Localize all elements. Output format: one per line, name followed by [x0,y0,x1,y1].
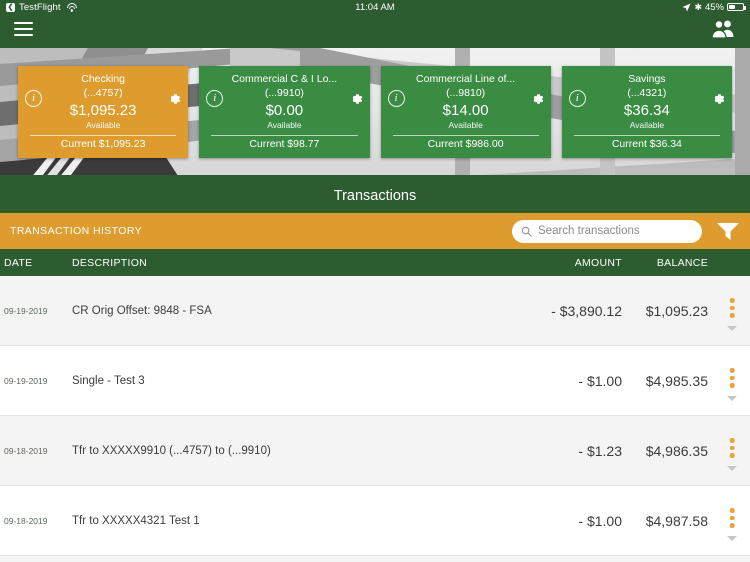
transaction-description: CR Orig Offset: 9848 - FSA [72,304,212,317]
account-card[interactable]: i Commercial Line of... (...9810) $14.00… [380,65,551,158]
expand-row-chevron-icon[interactable] [727,536,737,541]
account-current-balance: Current $986.00 [427,137,504,150]
row-actions-menu[interactable] [714,486,750,555]
account-available-label: Available [85,119,121,130]
transactions-table-header: DATE DESCRIPTION AMOUNT BALANCE [0,249,750,276]
people-icon[interactable] [708,18,736,40]
account-card[interactable]: i Commercial C & I Lo... (...9910) $0.00… [199,65,370,158]
expand-row-chevron-icon[interactable] [727,396,737,401]
transaction-description: Single - Test 3 [72,374,145,387]
account-available-amount: $14.00 [442,101,489,119]
row-actions-menu[interactable] [714,276,750,345]
account-mask: (...4757) [83,86,123,99]
transaction-date: 09-19-2019 [4,305,48,316]
accounts-hero: i Checking (...4757) $1,095.23 Available… [0,44,750,179]
account-available-label: Available [267,119,302,130]
account-mask: (...9810) [446,86,486,99]
gear-icon[interactable] [348,91,364,107]
transaction-description: Tfr to XXXXX4321 Test 1 [72,514,200,527]
account-available-amount: $0.00 [265,101,304,119]
account-name: Commercial Line of... [416,72,516,85]
table-row[interactable]: 09-19-2019 Single - Test 3 - $1.00 $4,98… [0,346,750,416]
filter-funnel-icon[interactable] [716,221,740,241]
column-header-date[interactable]: DATE [0,257,72,269]
account-name: Commercial C & I Lo... [231,72,338,85]
search-field[interactable] [512,219,702,243]
table-row[interactable]: 09-18-2019 Tfr to XXXXX9910 (...4757) to… [0,416,750,486]
transaction-balance: $4,985.35 [645,372,708,389]
info-icon[interactable]: i [25,89,42,107]
transaction-history-bar: TRANSACTION HISTORY [0,213,750,249]
expand-row-chevron-icon[interactable] [727,326,737,331]
account-available-amount: $36.34 [623,101,670,119]
search-input[interactable] [538,225,693,237]
more-options-icon[interactable] [729,508,735,528]
transaction-balance: $4,986.35 [645,442,708,459]
account-current-balance: Current $36.34 [611,137,682,150]
column-header-description[interactable]: DESCRIPTION [72,257,512,269]
status-bar-time: 11:04 AM [355,1,395,13]
account-cards-row: i Checking (...4757) $1,095.23 Available… [0,44,750,179]
more-options-icon[interactable] [729,298,735,318]
transaction-balance: $4,987.58 [645,512,708,529]
account-current-balance: Current $98.77 [249,137,320,150]
transaction-amount: - $1.23 [578,442,622,459]
battery-icon [727,3,746,11]
account-card[interactable]: i Checking (...4757) $1,095.23 Available… [18,65,189,158]
account-name: Checking [81,72,126,85]
transaction-date: 09-18-2019 [4,445,48,456]
column-header-balance[interactable]: BALANCE [622,257,714,269]
info-icon[interactable]: i [568,89,586,107]
info-icon[interactable]: i [206,89,224,107]
transaction-description: Tfr to XXXXX9910 (...4757) to (...9910) [72,444,271,457]
table-row[interactable] [0,556,750,562]
account-card[interactable]: i Savings (...4321) $36.34 Available Cur… [561,65,732,158]
more-options-icon[interactable] [729,368,735,388]
transaction-history-label: TRANSACTION HISTORY [10,225,143,237]
table-row[interactable]: 09-18-2019 Tfr to XXXXX4321 Test 1 - $1.… [0,486,750,556]
transaction-date: 09-19-2019 [4,375,48,386]
gear-icon[interactable] [710,91,726,107]
gear-icon[interactable] [166,91,182,107]
more-options-icon[interactable] [729,438,735,458]
account-available-amount: $1,095.23 [69,101,137,119]
transaction-amount: - $1.00 [578,512,622,529]
transaction-date: 09-18-2019 [4,515,48,526]
account-name: Savings [628,72,666,85]
info-icon[interactable]: i [387,89,405,107]
top-nav-bar [0,14,750,44]
page-title: Transactions [0,179,750,213]
account-current-balance: Current $1,095.23 [60,137,146,150]
app-root: ❮ TestFlight 11:04 AM ✱ 45% i Checking (… [0,0,750,562]
ios-status-bar: ❮ TestFlight 11:04 AM ✱ 45% [0,0,750,14]
hamburger-menu-icon[interactable] [14,22,33,36]
transaction-amount: - $1.00 [578,372,622,389]
account-available-label: Available [448,119,483,130]
transactions-list: 09-19-2019 CR Orig Offset: 9848 - FSA - … [0,276,750,562]
column-header-amount[interactable]: AMOUNT [512,257,622,269]
expand-row-chevron-icon[interactable] [727,466,737,471]
account-mask: (...4321) [627,86,667,99]
gear-icon[interactable] [529,91,545,107]
transaction-balance: $1,095.23 [645,302,708,319]
account-available-label: Available [629,119,665,130]
row-actions-menu[interactable] [714,346,750,415]
table-row[interactable]: 09-19-2019 CR Orig Offset: 9848 - FSA - … [0,276,750,346]
row-actions-menu[interactable] [714,416,750,485]
search-icon [521,226,532,237]
transaction-amount: - $3,890.12 [551,302,622,319]
account-mask: (...9910) [264,86,304,99]
